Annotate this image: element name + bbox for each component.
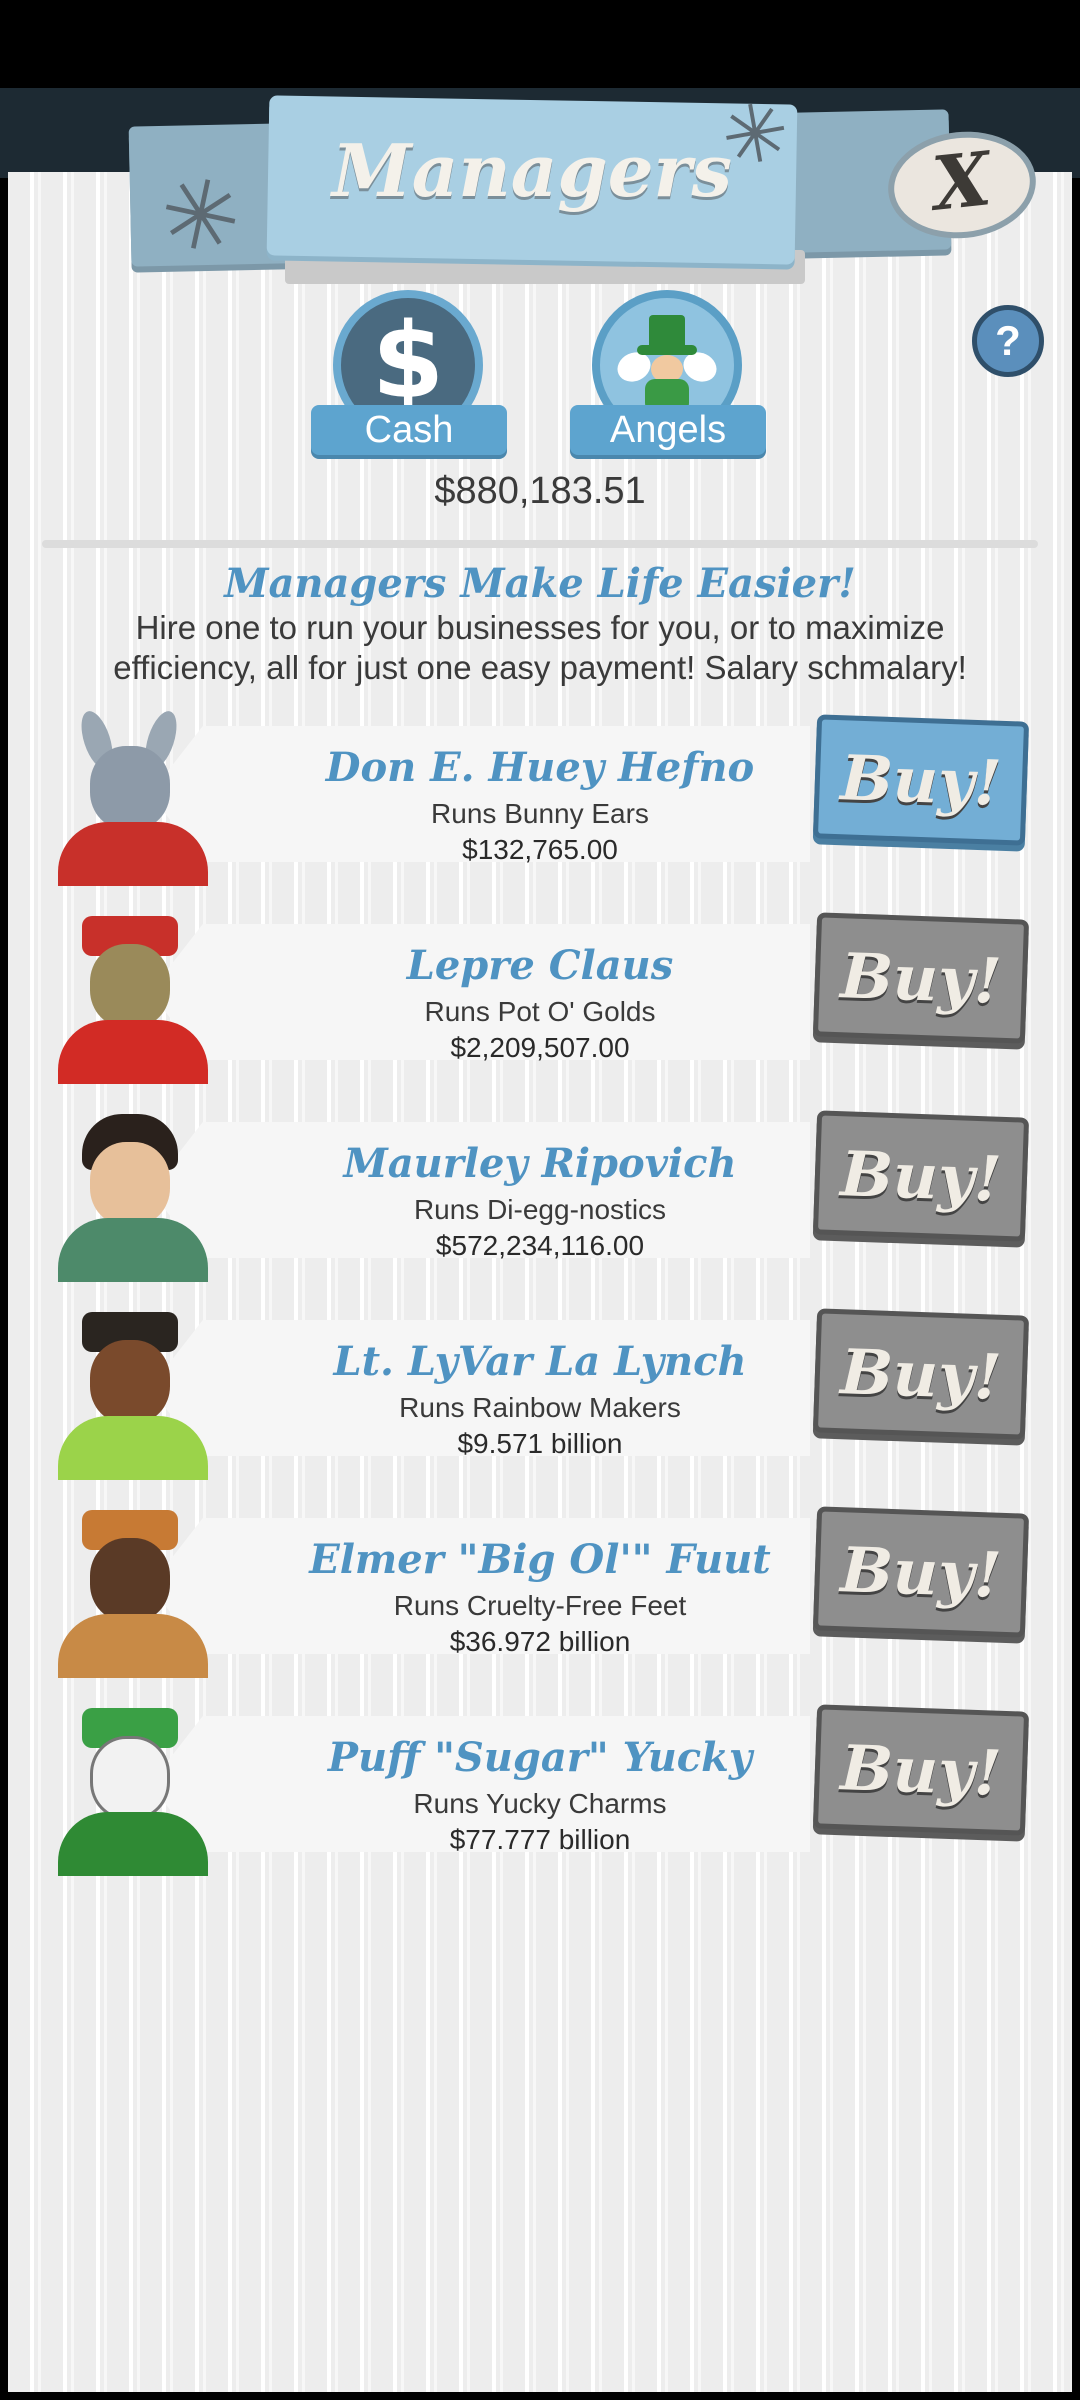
buy-label: Buy! — [839, 1532, 1003, 1612]
manager-price: $572,234,116.00 — [435, 1230, 645, 1261]
manager-business: Runs Cruelty-Free Feet — [393, 1590, 687, 1621]
manager-price: $77.777 billion — [449, 1824, 631, 1855]
buy-label: Buy! — [839, 1136, 1003, 1216]
close-icon: X — [928, 136, 995, 228]
buy-label: Buy! — [839, 740, 1003, 820]
manager-business: Runs Pot O' Golds — [424, 996, 656, 1027]
buy-label: Buy! — [839, 938, 1003, 1018]
manager-row: Don E. Huey Hefno Runs Bunny Ears $132,7… — [0, 710, 1080, 910]
manager-portrait-elmer — [42, 1502, 212, 1678]
intro-description: Hire one to run your businesses for you,… — [113, 609, 967, 686]
buy-button[interactable]: Buy! — [812, 1110, 1030, 1242]
manager-business: Runs Di-egg-nostics — [413, 1194, 667, 1225]
buy-label: Buy! — [839, 1730, 1003, 1810]
manager-business: Runs Bunny Ears — [431, 798, 649, 829]
manager-name: Don E. Huey Hefno — [325, 744, 755, 791]
buy-button[interactable]: Buy! — [812, 1506, 1030, 1638]
divider — [42, 540, 1038, 548]
status-bar — [0, 0, 1080, 88]
manager-row: Puff "Sugar" Yucky Runs Yucky Charms $77… — [0, 1700, 1080, 1900]
manager-portrait-lepre — [42, 908, 212, 1084]
manager-business: Runs Rainbow Makers — [399, 1392, 681, 1423]
manager-price: $132,765.00 — [462, 834, 618, 865]
angel-leprechaun-icon — [612, 315, 722, 415]
buy-button[interactable]: Buy! — [812, 714, 1030, 846]
manager-price: $2,209,507.00 — [450, 1032, 630, 1063]
buy-label: Buy! — [839, 1334, 1003, 1414]
buy-button[interactable]: Buy! — [812, 1308, 1030, 1440]
help-button[interactable]: ? — [972, 305, 1044, 377]
manager-name: Elmer "Big Ol'" Fuut — [309, 1536, 771, 1583]
manager-name: Puff "Sugar" Yucky — [327, 1734, 753, 1781]
dollar-icon: $ — [371, 300, 445, 422]
manager-row: Maurley Ripovich Runs Di-egg-nostics $57… — [0, 1106, 1080, 1306]
manager-portrait-maurley — [42, 1106, 212, 1282]
manager-name: Maurley Ripovich — [343, 1140, 737, 1187]
manager-portrait-lyvar — [42, 1304, 212, 1480]
cash-balance: $880,183.51 — [434, 470, 646, 512]
manager-portrait-bunny — [42, 710, 212, 886]
manager-row: Lt. LyVar La Lynch Runs Rainbow Makers $… — [0, 1304, 1080, 1504]
manager-price: $36.972 billion — [449, 1626, 631, 1657]
buy-button[interactable]: Buy! — [812, 912, 1030, 1044]
manager-row: Lepre Claus Runs Pot O' Golds $2,209,507… — [0, 908, 1080, 1108]
buy-button[interactable]: Buy! — [812, 1704, 1030, 1836]
manager-price: $9.571 billion — [457, 1428, 623, 1459]
cash-tab[interactable]: Cash — [311, 405, 507, 455]
manager-name: Lt. LyVar La Lynch — [333, 1338, 747, 1385]
manager-row: Elmer "Big Ol'" Fuut Runs Cruelty-Free F… — [0, 1502, 1080, 1702]
manager-portrait-puff — [42, 1700, 212, 1876]
page-title: Managers — [332, 128, 732, 213]
manager-name: Lepre Claus — [406, 942, 674, 989]
angels-tab[interactable]: Angels — [570, 405, 766, 455]
intro-heading: Managers Make Life Easier! — [224, 560, 856, 607]
manager-business: Runs Yucky Charms — [413, 1788, 667, 1819]
